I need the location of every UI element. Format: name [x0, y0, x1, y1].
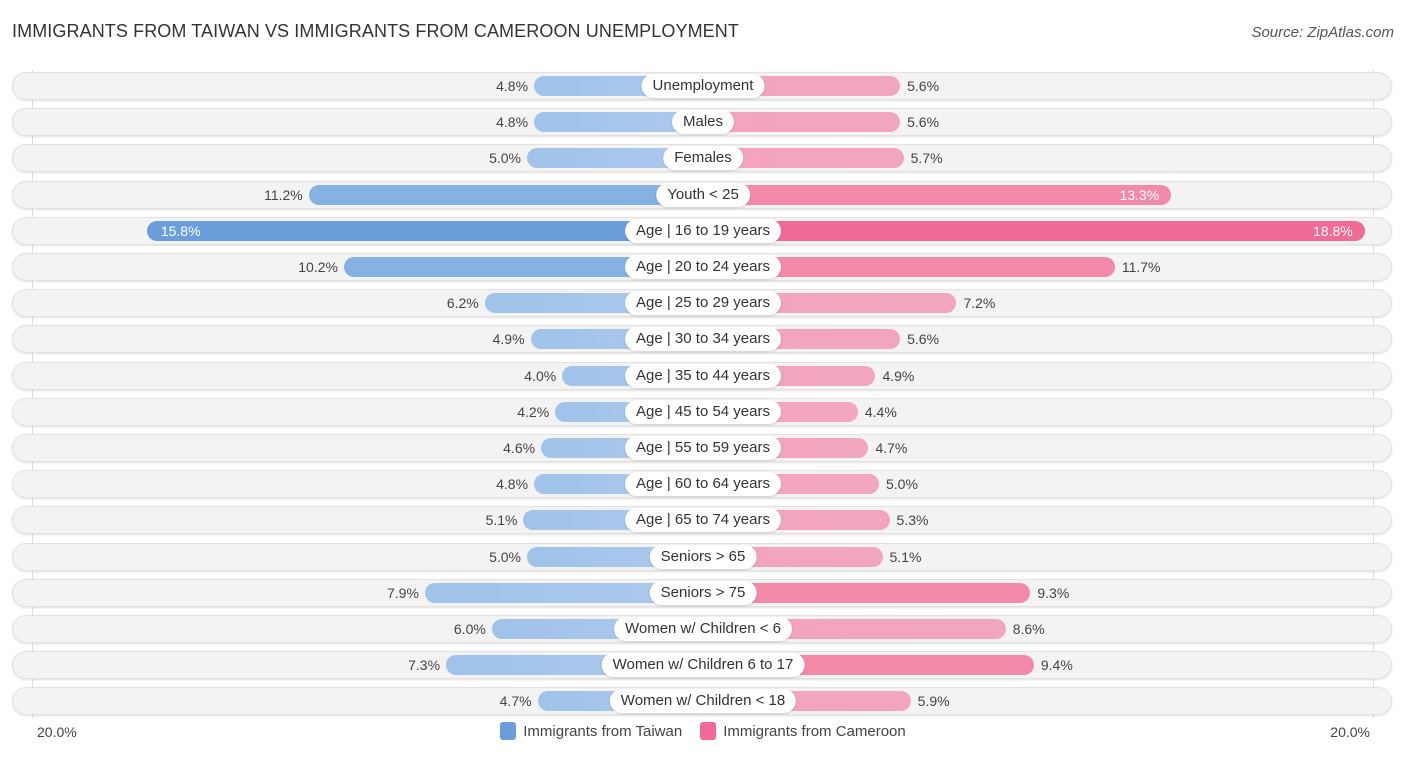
value-label-cameroon: 5.3% — [896, 512, 929, 529]
legend-label-taiwan: Immigrants from Taiwan — [523, 722, 683, 740]
value-label-cameroon: 5.1% — [889, 548, 922, 565]
value-label-cameroon: 11.7% — [1121, 259, 1161, 275]
value-label-cameroon: 5.6% — [907, 78, 940, 94]
value-label-cameroon: 5.6% — [907, 331, 940, 348]
value-label-taiwan: 7.9% — [387, 584, 419, 601]
bar-cameroon[interactable] — [693, 184, 1172, 205]
category-label: Age | 16 to 19 years — [625, 218, 781, 243]
value-label-taiwan: 7.3% — [408, 657, 441, 674]
category-label: Age | 45 to 54 years — [625, 399, 781, 424]
value-label-cameroon: 5.6% — [907, 114, 940, 131]
legend: Immigrants from Taiwan Immigrants from C… — [0, 722, 1406, 740]
value-label-taiwan: 5.1% — [485, 512, 518, 529]
value-label-taiwan: 4.2% — [517, 403, 550, 420]
category-label: Females — [663, 146, 743, 171]
value-label-taiwan: 15.8% — [160, 222, 201, 239]
value-label-cameroon: 13.3% — [1119, 186, 1160, 203]
category-label: Age | 20 to 24 years — [625, 255, 781, 279]
value-label-taiwan: 4.9% — [492, 331, 525, 348]
legend-item-cameroon[interactable]: Immigrants from Cameroon — [700, 722, 906, 740]
category-label: Seniors > 75 — [649, 580, 757, 605]
category-label: Age | 60 to 64 years — [625, 472, 781, 497]
value-label-cameroon: 9.4% — [1040, 657, 1073, 674]
category-label: Age | 35 to 44 years — [625, 363, 781, 388]
value-label-taiwan: 5.0% — [489, 150, 521, 167]
value-label-cameroon: 5.0% — [886, 476, 918, 493]
category-label: Age | 25 to 29 years — [625, 291, 781, 316]
category-label: Women w/ Children 6 to 17 — [601, 653, 805, 678]
value-label-taiwan: 4.6% — [503, 440, 536, 456]
value-label-cameroon: 4.9% — [882, 367, 915, 384]
value-label-taiwan: 6.0% — [453, 621, 486, 637]
category-label: Youth < 25 — [656, 182, 750, 207]
value-label-taiwan: 6.2% — [446, 295, 479, 312]
legend-swatch-cameroon — [700, 722, 717, 740]
chart-title: IMMIGRANTS FROM TAIWAN VS IMMIGRANTS FRO… — [12, 21, 739, 41]
value-label-taiwan: 4.8% — [496, 78, 529, 94]
value-label-taiwan: 10.2% — [298, 259, 338, 275]
value-label-cameroon: 8.6% — [1012, 621, 1045, 637]
source-attribution: Source: ZipAtlas.com — [1251, 24, 1394, 41]
category-label: Seniors > 65 — [649, 544, 757, 569]
bar-taiwan[interactable] — [308, 184, 713, 205]
value-label-cameroon: 18.8% — [1313, 222, 1353, 239]
value-label-taiwan: 4.7% — [499, 693, 532, 710]
value-label-taiwan: 4.8% — [496, 114, 529, 131]
value-label-cameroon: 5.9% — [917, 693, 950, 710]
category-label: Age | 65 to 74 years — [625, 508, 781, 533]
category-label: Age | 55 to 59 years — [625, 436, 781, 460]
legend-swatch-taiwan — [500, 722, 517, 740]
category-label: Males — [671, 110, 735, 135]
category-label: Age | 30 to 34 years — [625, 327, 781, 352]
value-label-taiwan: 4.0% — [524, 367, 557, 384]
legend-label-cameroon: Immigrants from Cameroon — [723, 722, 906, 740]
value-label-cameroon: 7.2% — [963, 295, 996, 312]
value-label-taiwan: 4.8% — [496, 476, 529, 493]
value-label-taiwan: 11.2% — [264, 186, 303, 203]
value-label-taiwan: 5.0% — [489, 548, 521, 565]
bar-cameroon[interactable] — [693, 220, 1365, 241]
category-label: Women w/ Children < 18 — [609, 689, 797, 714]
value-label-cameroon: 4.7% — [875, 440, 908, 456]
category-label: Unemployment — [641, 74, 765, 98]
value-label-cameroon: 5.7% — [910, 150, 943, 167]
category-label: Women w/ Children < 6 — [613, 617, 793, 641]
value-label-cameroon: 9.3% — [1037, 584, 1070, 601]
legend-item-taiwan[interactable]: Immigrants from Taiwan — [500, 722, 682, 740]
value-label-cameroon: 4.4% — [864, 403, 897, 420]
